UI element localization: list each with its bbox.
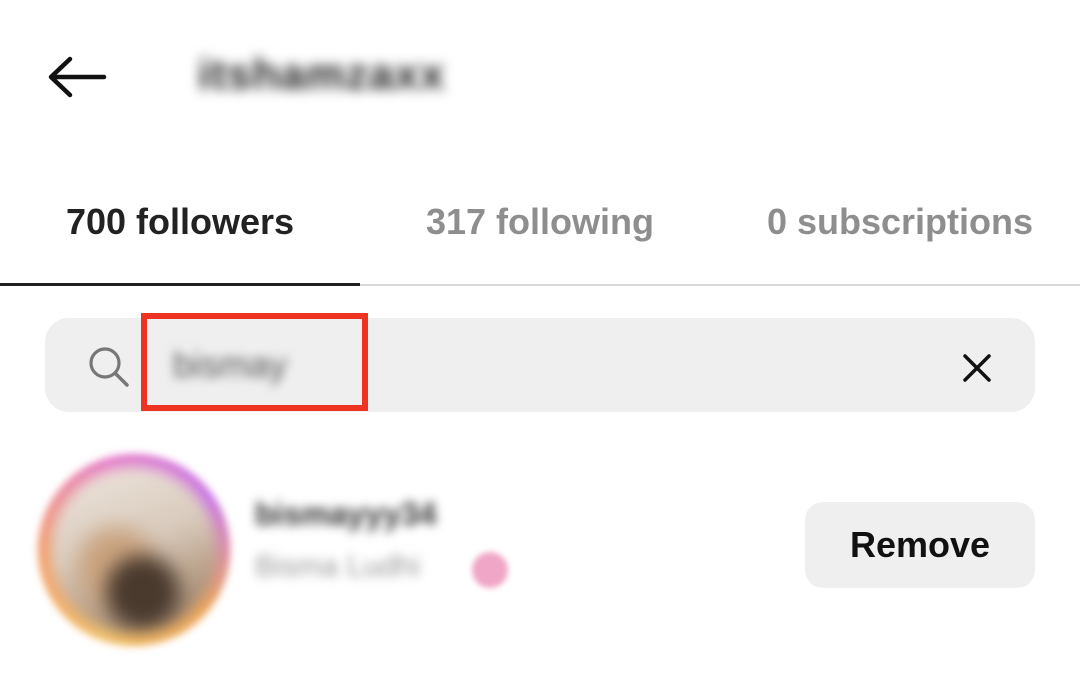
tab-subscriptions[interactable]: 0 subscriptions: [720, 160, 1080, 284]
tab-followers-label: 700 followers: [65, 201, 295, 242]
search-highlight-annotation: [141, 313, 368, 411]
tab-following[interactable]: 317 following: [360, 160, 720, 284]
tab-subscriptions-label: 0 subscriptions: [766, 201, 1034, 242]
followers-screen: itshamzaxx 700 followers 317 following 0…: [0, 0, 1080, 683]
tab-following-label: 317 following: [425, 201, 655, 242]
profile-username: itshamzaxx: [198, 50, 446, 99]
close-icon[interactable]: [957, 348, 997, 388]
follower-full-name: Bisma Ludhi: [255, 550, 421, 583]
search-icon: [89, 347, 129, 387]
follower-username[interactable]: bismayyy34: [255, 496, 436, 533]
follower-list-item[interactable]: bismayyy34 Bisma Ludhi Remove: [0, 440, 1080, 660]
remove-button[interactable]: Remove: [805, 502, 1035, 588]
emoji-badge-icon: [472, 552, 508, 588]
active-tab-indicator: [0, 283, 360, 286]
avatar[interactable]: [50, 466, 218, 634]
follow-tabs: 700 followers 317 following 0 subscripti…: [0, 160, 1080, 286]
back-button[interactable]: [40, 46, 112, 108]
tab-followers[interactable]: 700 followers: [0, 160, 360, 286]
arrow-left-icon: [48, 56, 107, 98]
